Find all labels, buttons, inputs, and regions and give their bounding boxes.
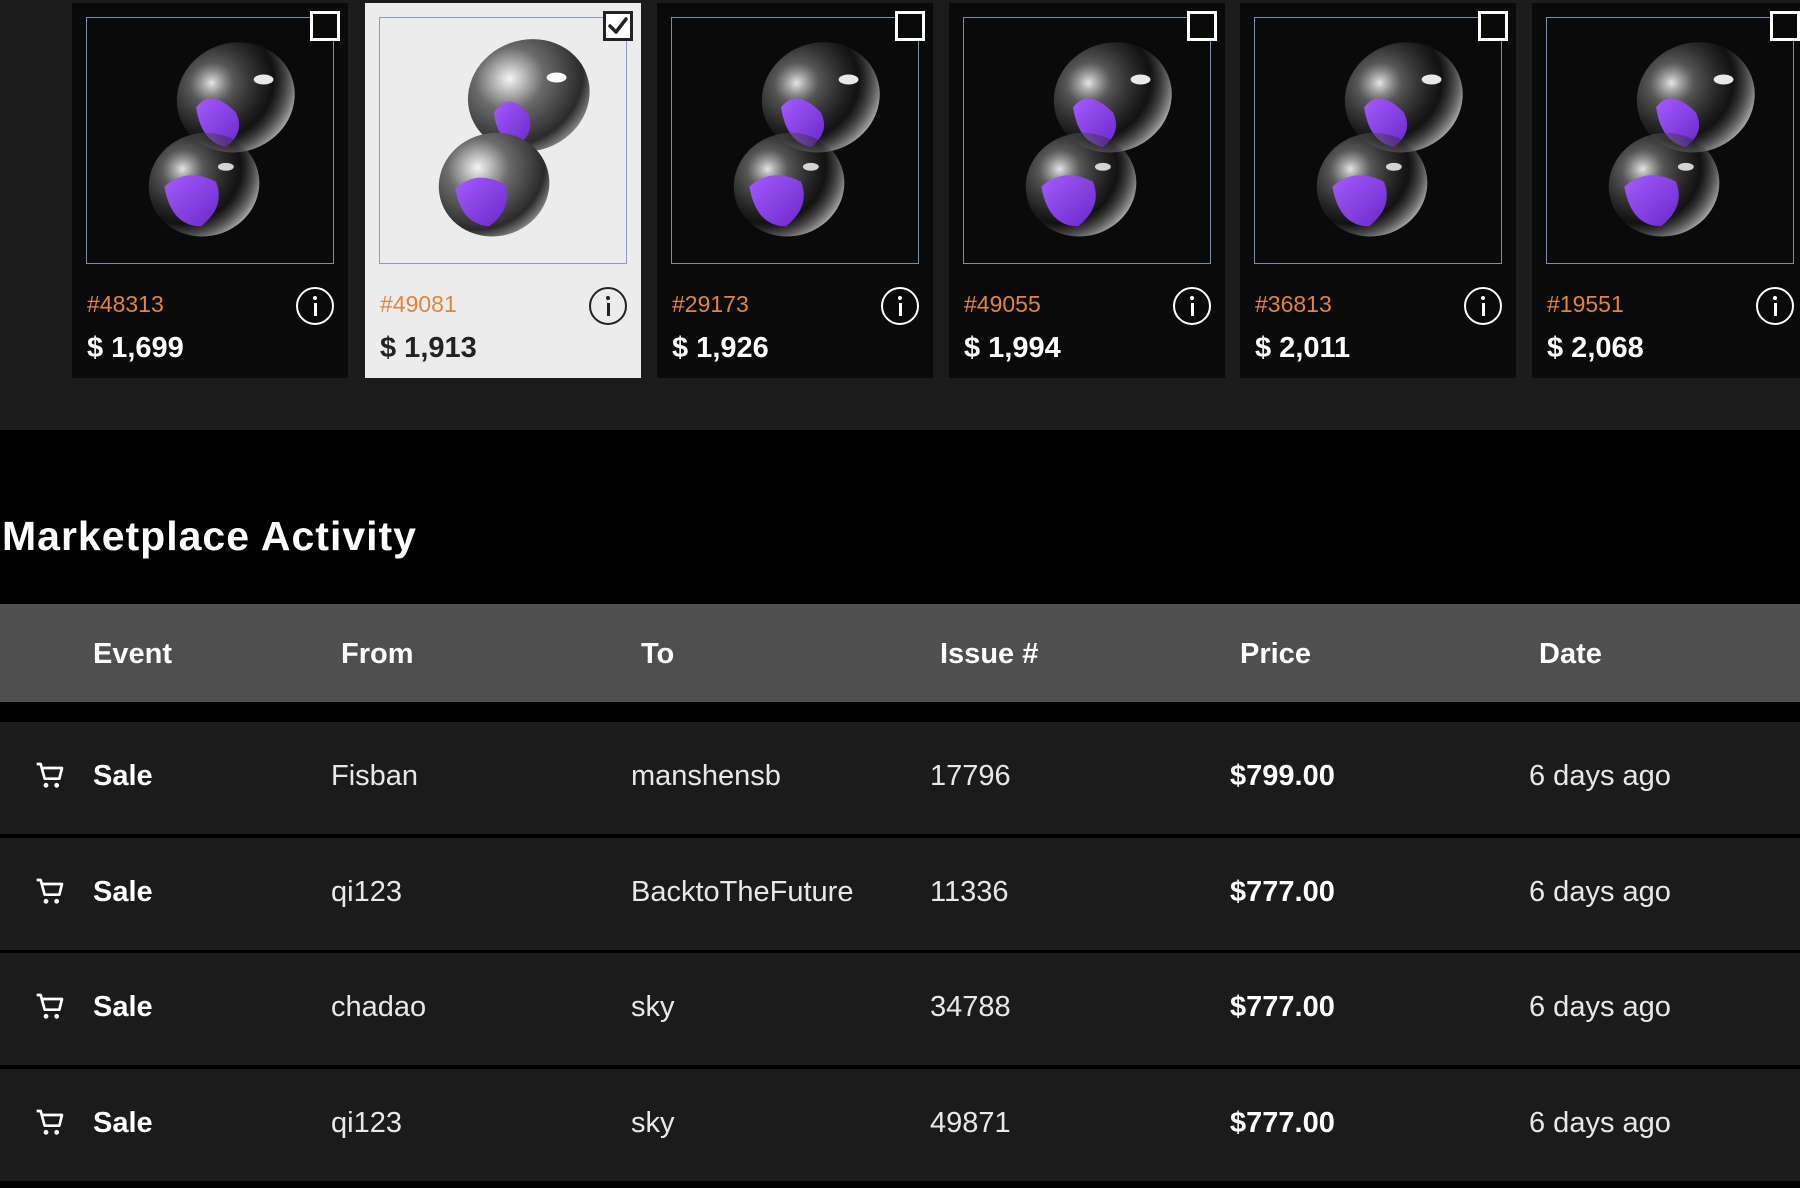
table-row[interactable]: Sale Fisban manshensb 17796 $799.00 6 da… (0, 722, 1800, 834)
info-icon[interactable] (1756, 287, 1794, 325)
card-price: $ 2,068 (1547, 332, 1644, 364)
issue-number: #49081 (380, 291, 457, 317)
nft-image (1254, 17, 1502, 264)
hourglass-icon (1597, 25, 1771, 249)
hourglass-icon (722, 25, 896, 249)
issue-cell: 34788 (930, 991, 1011, 1023)
select-checkbox[interactable] (603, 11, 633, 41)
hourglass-icon (1305, 25, 1479, 249)
event-cell: Sale (93, 1107, 153, 1139)
nft-card[interactable]: #49081 $ 1,913 (365, 3, 641, 378)
table-row[interactable]: Sale qi123 sky 49871 $777.00 6 days ago (0, 1069, 1800, 1181)
select-checkbox[interactable] (1770, 11, 1800, 41)
issue-number: #48313 (87, 291, 164, 317)
info-icon[interactable] (1464, 287, 1502, 325)
select-checkbox[interactable] (1187, 11, 1217, 41)
to-cell[interactable]: manshensb (631, 760, 781, 793)
cart-icon (36, 1109, 64, 1135)
table-row[interactable]: Sale chadao sky 34788 $777.00 6 days ago (0, 953, 1800, 1065)
column-header-from[interactable]: From (341, 638, 414, 671)
column-header-date[interactable]: Date (1539, 638, 1602, 671)
select-checkbox[interactable] (895, 11, 925, 41)
column-header-price[interactable]: Price (1240, 638, 1311, 671)
nft-card[interactable]: #48313 $ 1,699 (72, 3, 348, 378)
issue-number: #29173 (672, 291, 749, 317)
from-cell[interactable]: qi123 (331, 1107, 402, 1140)
marketplace-activity-title: Marketplace Activity (2, 513, 417, 559)
event-cell: Sale (93, 991, 153, 1023)
to-cell[interactable]: sky (631, 991, 675, 1024)
column-header-issue[interactable]: Issue # (940, 638, 1038, 671)
date-cell: 6 days ago (1529, 1107, 1671, 1139)
info-icon[interactable] (296, 287, 334, 325)
info-icon[interactable] (589, 287, 627, 325)
card-price: $ 1,699 (87, 332, 184, 364)
event-cell: Sale (93, 876, 153, 908)
price-cell: $777.00 (1230, 991, 1335, 1023)
issue-number: #19551 (1547, 291, 1624, 317)
column-header-to[interactable]: To (641, 638, 674, 671)
from-cell[interactable]: qi123 (331, 876, 402, 909)
cart-icon (36, 762, 64, 788)
hourglass-icon (427, 22, 606, 249)
nft-card[interactable]: #36813 $ 2,011 (1240, 3, 1516, 378)
date-cell: 6 days ago (1529, 876, 1671, 908)
card-price: $ 1,994 (964, 332, 1061, 364)
info-icon[interactable] (881, 287, 919, 325)
from-cell[interactable]: chadao (331, 991, 426, 1024)
select-checkbox[interactable] (1478, 11, 1508, 41)
issue-cell: 11336 (930, 876, 1009, 908)
issue-cell: 17796 (930, 760, 1011, 792)
table-row[interactable]: Sale qi123 BacktoTheFuture 11336 $777.00… (0, 838, 1800, 950)
card-price: $ 1,926 (672, 332, 769, 364)
column-header-event[interactable]: Event (93, 638, 172, 671)
issue-number: #49055 (964, 291, 1041, 317)
nft-image (671, 17, 919, 264)
nft-card[interactable]: #29173 $ 1,926 (657, 3, 933, 378)
nft-card[interactable]: #19551 $ 2,068 (1532, 3, 1800, 378)
cart-icon (36, 878, 64, 904)
nft-image (963, 17, 1211, 264)
from-cell[interactable]: Fisban (331, 760, 418, 793)
price-cell: $777.00 (1230, 876, 1335, 908)
info-icon[interactable] (1173, 287, 1211, 325)
checkmark-icon (608, 17, 628, 34)
date-cell: 6 days ago (1529, 760, 1671, 792)
nft-card[interactable]: #49055 $ 1,994 (949, 3, 1225, 378)
card-price: $ 2,011 (1255, 332, 1351, 364)
date-cell: 6 days ago (1529, 991, 1671, 1023)
activity-table-header: Event From To Issue # Price Date (0, 604, 1800, 702)
hourglass-icon (1014, 25, 1188, 249)
nft-card-strip: #48313 $ 1,699 #49081 $ 1,913 #29173 $ 1… (0, 0, 1800, 430)
issue-number: #36813 (1255, 291, 1332, 317)
nft-image (1546, 17, 1794, 264)
price-cell: $777.00 (1230, 1107, 1335, 1139)
to-cell[interactable]: sky (631, 1107, 675, 1140)
nft-image (86, 17, 334, 264)
nft-image (379, 17, 627, 264)
to-cell[interactable]: BacktoTheFuture (631, 876, 853, 909)
price-cell: $799.00 (1230, 760, 1335, 792)
cart-icon (36, 993, 64, 1019)
card-price: $ 1,913 (380, 332, 477, 364)
issue-cell: 49871 (930, 1107, 1011, 1139)
select-checkbox[interactable] (310, 11, 340, 41)
hourglass-icon (137, 25, 311, 249)
event-cell: Sale (93, 760, 153, 792)
